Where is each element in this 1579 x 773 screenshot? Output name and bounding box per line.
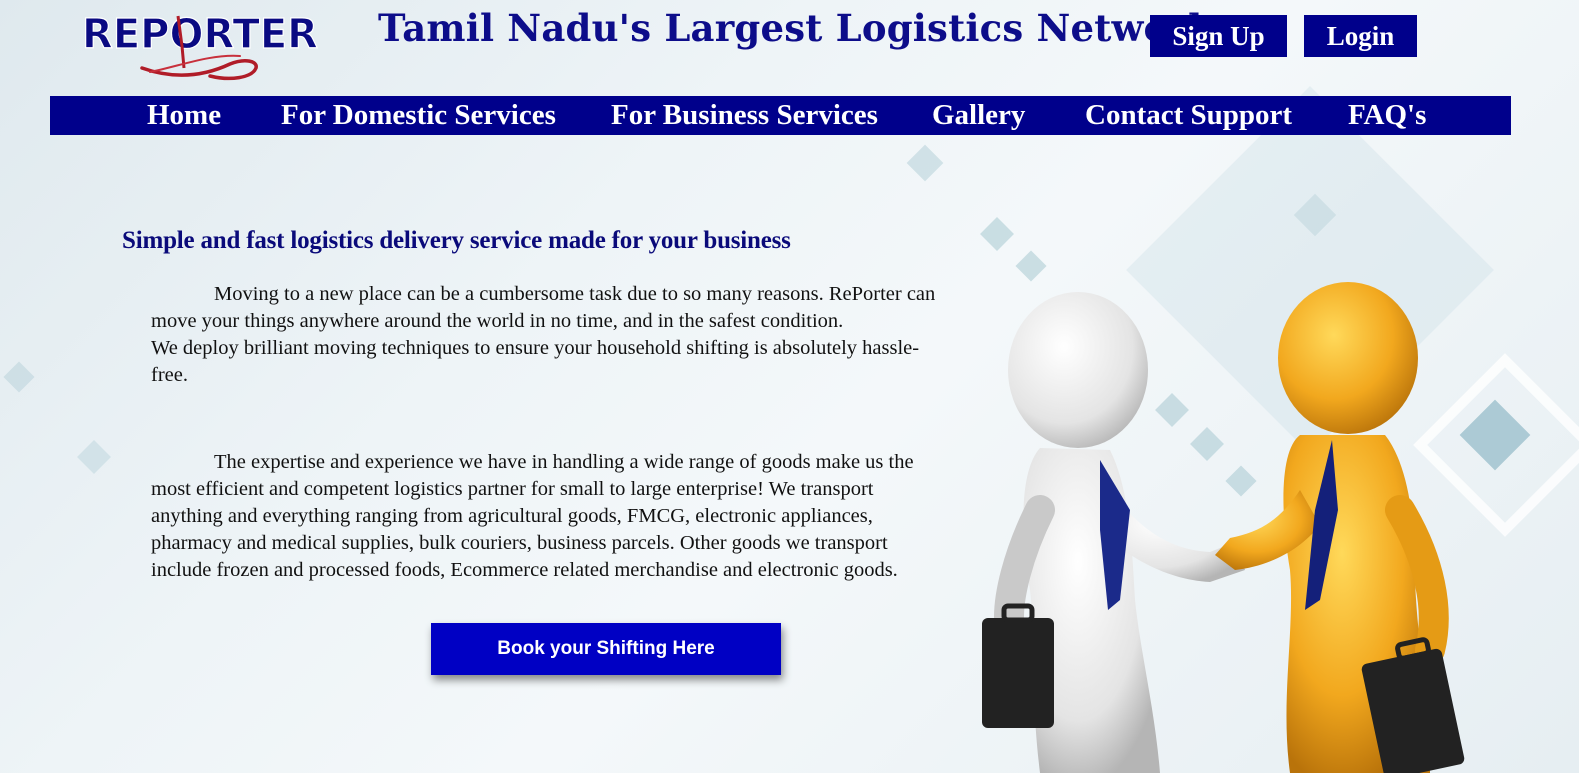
paragraph-line: pharmacy and medical supplies, bulk cour…	[151, 532, 888, 554]
main-heading: Simple and fast logistics delivery servi…	[122, 227, 791, 254]
nav-domestic-services[interactable]: For Domestic Services	[281, 96, 556, 135]
paragraph-line: anything and everything ranging from agr…	[151, 505, 873, 527]
expertise-paragraph: The expertise and experience we have in …	[151, 449, 961, 584]
handshake-figures-illustration	[982, 282, 1465, 773]
paragraph-line: include frozen and processed foods, Ecom…	[151, 559, 898, 581]
bg-diamond	[980, 217, 1014, 251]
bg-diamond	[906, 144, 944, 182]
login-button[interactable]: Login	[1304, 15, 1417, 57]
bg-diamond	[77, 440, 111, 474]
sign-up-button[interactable]: Sign Up	[1150, 15, 1287, 57]
nav-gallery[interactable]: Gallery	[932, 96, 1025, 135]
bg-diamond	[3, 361, 35, 393]
nav-faq[interactable]: FAQ's	[1348, 96, 1426, 135]
paragraph-line: We deploy brilliant moving techniques to…	[151, 337, 920, 359]
paragraph-line: most efficient and competent logistics p…	[151, 478, 874, 500]
reporter-logo[interactable]: REPORTER	[80, 6, 330, 84]
paragraph-line: The expertise and experience we have in …	[214, 451, 914, 473]
book-shifting-button[interactable]: Book your Shifting Here	[431, 623, 781, 675]
paragraph-line: Moving to a new place can be a cumbersom…	[214, 283, 936, 305]
site-title: Tamil Nadu's Largest Logistics Network	[378, 6, 1214, 50]
nav-business-services[interactable]: For Business Services	[611, 96, 878, 135]
intro-paragraph: Moving to a new place can be a cumbersom…	[151, 281, 961, 389]
paragraph-line: free.	[151, 364, 188, 386]
nav-home[interactable]: Home	[147, 96, 221, 135]
paragraph-line: move your things anywhere around the wor…	[151, 310, 844, 332]
nav-contact-support[interactable]: Contact Support	[1085, 96, 1292, 135]
logo-wordmark: REPORTER	[82, 10, 318, 58]
main-navigation: Home For Domestic Services For Business …	[50, 96, 1511, 135]
